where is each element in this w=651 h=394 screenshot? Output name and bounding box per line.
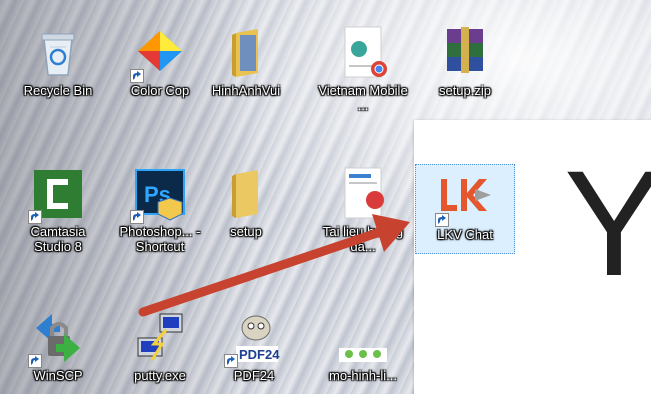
annotation-arrow xyxy=(138,214,410,317)
desktop: Recycle Bin Color Cop HinhAnhVui Vietnam… xyxy=(0,0,651,394)
